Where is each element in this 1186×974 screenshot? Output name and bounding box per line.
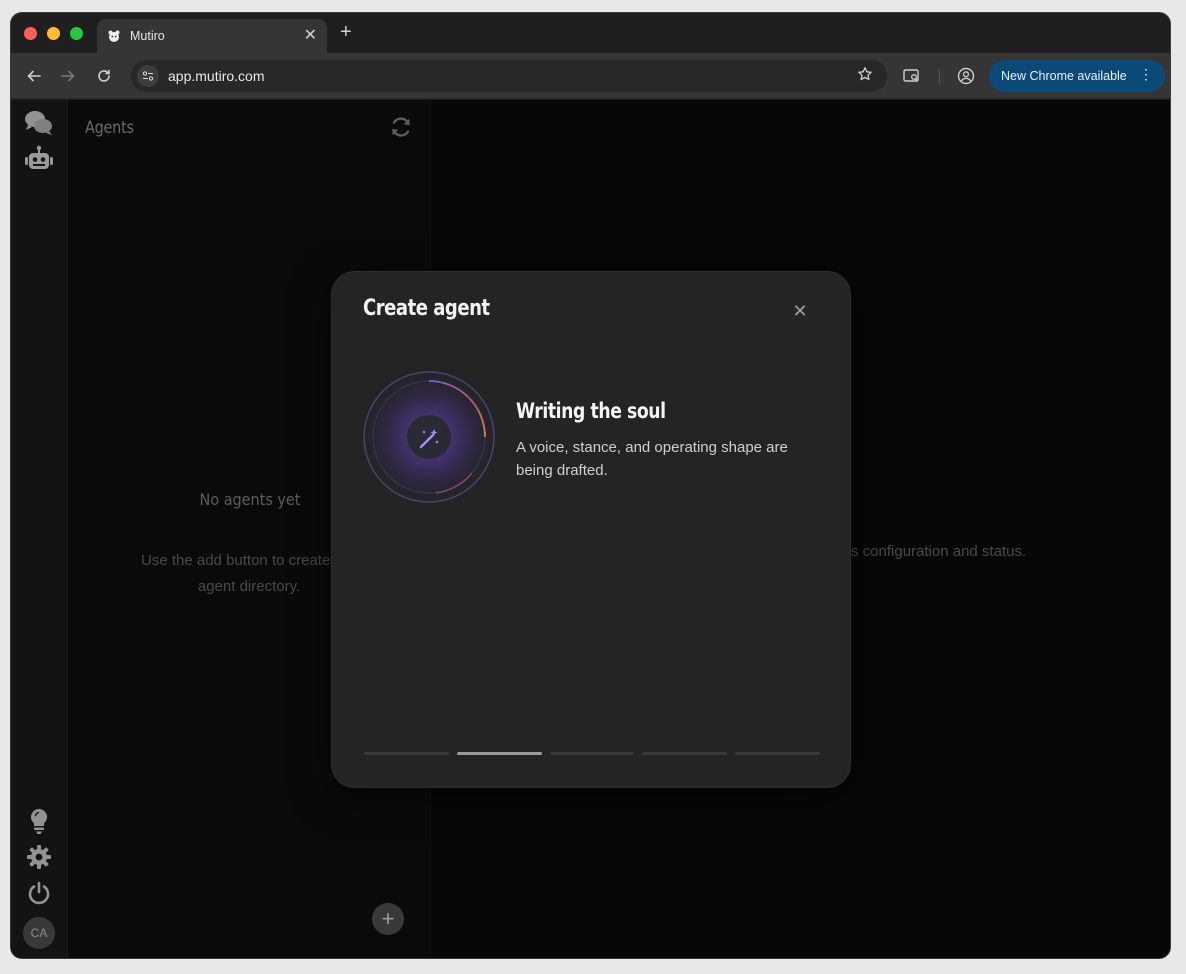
magic-wand-icon [416, 426, 442, 452]
tab-title: Mutiro [130, 29, 165, 43]
tab-search-icon[interactable] [901, 65, 923, 87]
modal-title: Create agent [363, 296, 490, 321]
more-vertical-icon[interactable]: ⋮ [1139, 67, 1153, 81]
update-label: New Chrome available [1001, 69, 1127, 83]
url-text: app.mutiro.com [168, 68, 265, 84]
browser-tab[interactable]: Mutiro ✕ [97, 19, 327, 53]
profile-icon[interactable] [955, 65, 977, 87]
progress-segment-4 [642, 752, 728, 755]
maximize-window-button[interactable] [70, 27, 83, 40]
close-icon[interactable]: ✕ [790, 301, 810, 321]
tab-bar: Mutiro ✕ + [11, 13, 1170, 53]
step-description: A voice, stance, and operating shape are… [516, 439, 788, 479]
progress-segment-2 [456, 752, 542, 755]
step-title: Writing the soul [516, 399, 666, 423]
browser-toolbar: app.mutiro.com New Chrome available ⋮ [11, 53, 1170, 99]
step-progress [364, 752, 820, 756]
new-chrome-available-button[interactable]: New Chrome available ⋮ [989, 60, 1165, 92]
site-settings-icon[interactable] [137, 65, 159, 87]
close-window-button[interactable] [24, 27, 37, 40]
toolbar-divider [939, 69, 940, 84]
forward-arrow-icon[interactable] [57, 65, 79, 87]
back-arrow-icon[interactable] [23, 65, 45, 87]
address-bar[interactable]: app.mutiro.com [131, 60, 887, 92]
reload-icon[interactable] [93, 65, 115, 87]
create-agent-modal: Create agent ✕ Writing the soul A voice,… [331, 271, 851, 788]
new-tab-button[interactable]: + [340, 22, 352, 42]
bookmark-star-icon[interactable] [857, 66, 873, 87]
progress-segment-1 [364, 752, 449, 755]
progress-segment-3 [549, 752, 635, 755]
tab-close-icon[interactable]: ✕ [304, 28, 317, 44]
minimize-window-button[interactable] [47, 27, 60, 40]
mutiro-favicon-icon [107, 29, 121, 43]
progress-segment-5 [735, 752, 820, 755]
